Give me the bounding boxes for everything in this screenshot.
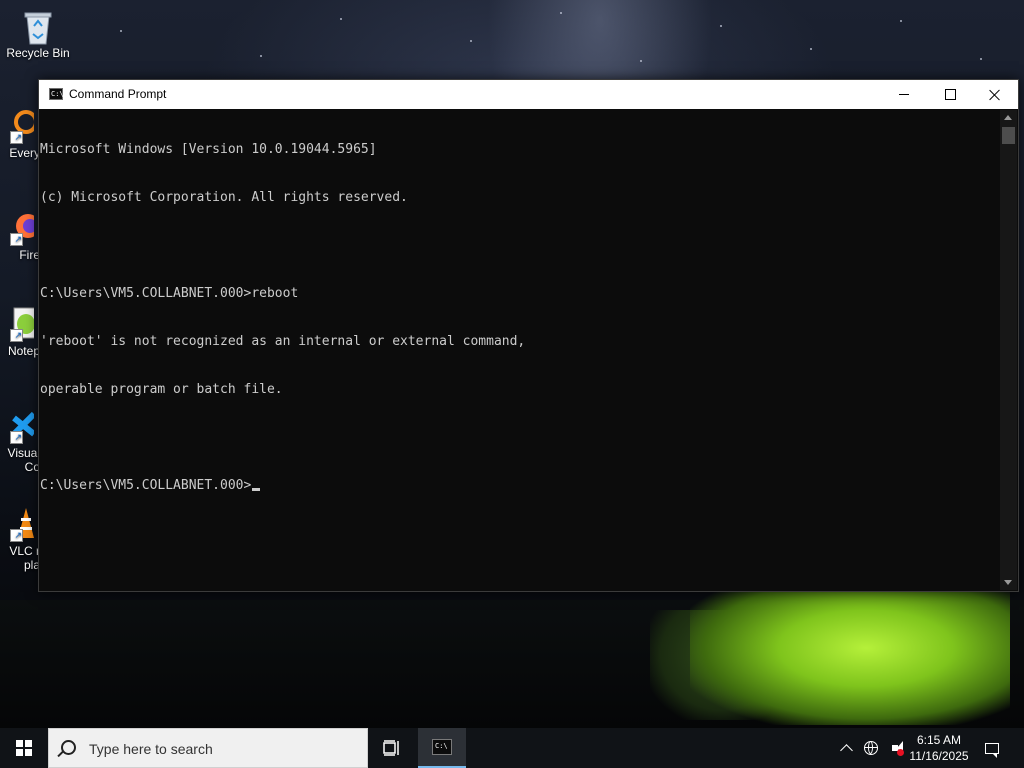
minimize-button[interactable] — [881, 80, 927, 109]
desktop-icon-label-line2: Co — [24, 460, 40, 474]
shortcut-arrow-icon: ↗ — [10, 529, 23, 542]
command-prompt-icon: C:\ — [432, 739, 452, 755]
volume-button[interactable] — [884, 728, 906, 768]
search-icon — [61, 740, 76, 755]
notification-icon — [985, 742, 999, 758]
taskbar-command-prompt[interactable]: C:\ — [418, 728, 466, 768]
window-titlebar[interactable]: C:\ Command Prompt — [39, 80, 1018, 109]
task-view-button[interactable] — [370, 728, 414, 768]
taskbar-search-box[interactable]: Type here to search — [48, 728, 368, 768]
desktop-icon-recycle-bin[interactable]: Recycle Bin — [0, 8, 76, 60]
glowing-tent — [690, 585, 1010, 725]
shortcut-arrow-icon: ↗ — [10, 233, 23, 246]
window-title: Command Prompt — [69, 87, 167, 101]
desktop-icon-label: Visual — [7, 446, 40, 460]
vertical-scrollbar[interactable] — [1000, 110, 1017, 590]
desktop-icon-label: VLC r — [9, 544, 40, 558]
start-button[interactable] — [0, 728, 48, 768]
console-line: C:\Users\VM5.COLLABNET.000>reboot — [40, 286, 299, 301]
console-prompt-line[interactable]: C:\Users\VM5.COLLABNET.000> — [40, 478, 998, 494]
desktop-icon-label: Fire — [19, 248, 40, 262]
console-line: 'reboot' is not recognized as an interna… — [40, 334, 526, 349]
search-placeholder: Type here to search — [89, 741, 213, 757]
desktop-icon-label: Notep — [7, 344, 40, 358]
taskbar: Type here to search C:\ 6:15 AM 11/16/20… — [0, 728, 1024, 768]
desktop-icon-firefox[interactable]: ↗ Fire — [0, 210, 40, 262]
clock[interactable]: 6:15 AM 11/16/2025 — [906, 728, 972, 768]
chevron-up-icon — [839, 744, 853, 757]
desktop-icon-notepad-plus-plus[interactable]: ↗ Notep — [0, 306, 40, 358]
notepad-plus-plus-icon: ↗ — [10, 306, 37, 342]
maximize-button[interactable] — [927, 80, 973, 109]
muted-badge-icon — [897, 749, 904, 756]
close-icon — [989, 89, 1001, 101]
text-cursor — [252, 488, 261, 491]
desktop-icon-visual-studio-code[interactable]: ↗ Visual Co — [0, 408, 40, 474]
desktop-icon-everything[interactable]: ↗ Every — [0, 108, 40, 160]
scroll-down-icon[interactable] — [1004, 580, 1012, 585]
clock-time: 6:15 AM — [916, 733, 962, 747]
visual-studio-code-icon: ↗ — [10, 408, 37, 444]
maximize-icon — [944, 89, 956, 100]
shortcut-arrow-icon: ↗ — [10, 431, 23, 444]
globe-network-icon — [864, 741, 878, 755]
shortcut-arrow-icon: ↗ — [10, 131, 23, 144]
close-button[interactable] — [972, 80, 1018, 109]
desktop-icon-vlc[interactable]: ↗ VLC r pla — [0, 506, 40, 572]
network-button[interactable] — [860, 728, 882, 768]
shortcut-arrow-icon: ↗ — [10, 329, 23, 342]
console-output[interactable]: Microsoft Windows [Version 10.0.19044.59… — [40, 110, 998, 590]
task-view-icon — [383, 740, 399, 756]
windows-logo-icon — [16, 740, 32, 756]
recycle-bin-icon — [21, 8, 55, 45]
clock-date: 11/16/2025 — [909, 749, 969, 763]
scrollbar-thumb[interactable] — [1002, 127, 1015, 144]
scroll-up-icon[interactable] — [1004, 115, 1012, 120]
desktop-icon-label: Every — [9, 146, 40, 160]
show-hidden-icons-button[interactable] — [836, 728, 856, 768]
console-line: Microsoft Windows [Version 10.0.19044.59… — [40, 142, 377, 157]
firefox-icon: ↗ — [10, 210, 40, 246]
notifications-button[interactable] — [978, 728, 1006, 768]
desktop-icon-label: Recycle Bin — [6, 46, 70, 60]
console-line: (c) Microsoft Corporation. All rights re… — [40, 190, 408, 205]
desktop-icon-label-line2: pla — [23, 558, 40, 572]
console-prompt: C:\Users\VM5.COLLABNET.000> — [40, 478, 252, 493]
console-line: operable program or batch file. — [40, 382, 283, 397]
vlc-player-icon: ↗ — [10, 506, 34, 542]
minimize-icon — [899, 94, 909, 95]
everything-search-icon: ↗ — [10, 108, 38, 144]
command-prompt-window[interactable]: C:\ Command Prompt Microsoft Windows [Ve… — [38, 79, 1019, 592]
command-prompt-icon: C:\ — [49, 88, 64, 100]
